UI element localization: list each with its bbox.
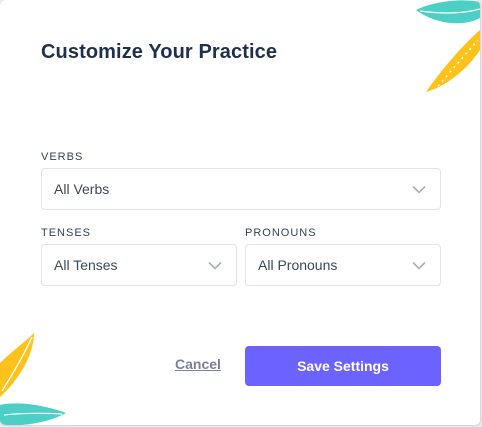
chevron-down-icon	[412, 260, 426, 270]
chevron-down-icon	[208, 260, 222, 270]
tenses-select[interactable]: All Tenses	[41, 244, 237, 286]
pronouns-selected-value: All Pronouns	[258, 257, 338, 273]
cancel-button[interactable]: Cancel	[175, 356, 221, 372]
pronouns-select[interactable]: All Pronouns	[245, 244, 441, 286]
leaf-decoration-bottom-left-icon	[0, 333, 66, 425]
verbs-label: VERBS	[41, 151, 84, 163]
save-settings-button[interactable]: Save Settings	[245, 346, 441, 386]
chevron-down-icon	[412, 184, 426, 194]
modal-title: Customize Your Practice	[41, 41, 278, 63]
tenses-selected-value: All Tenses	[54, 257, 118, 273]
tenses-label: TENSES	[41, 227, 92, 239]
verbs-selected-value: All Verbs	[54, 181, 110, 197]
customize-practice-modal: Customize Your Practice VERBS All Verbs …	[0, 0, 481, 426]
pronouns-label: PRONOUNS	[245, 227, 317, 239]
leaf-decoration-top-right-icon	[416, 0, 480, 92]
verbs-select[interactable]: All Verbs	[41, 168, 441, 210]
